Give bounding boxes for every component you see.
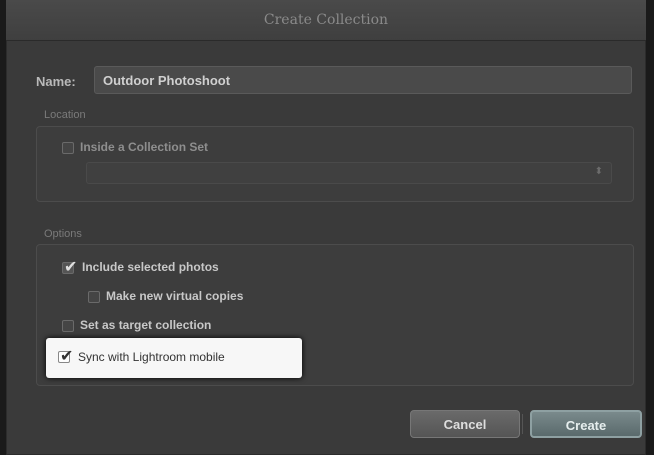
chevron-down-icon: ⬍ <box>594 166 603 177</box>
inside-collection-set-checkbox[interactable] <box>62 142 74 154</box>
create-collection-dialog: Create Collection Name: Outdoor Photosho… <box>6 0 646 455</box>
name-input[interactable]: Outdoor Photoshoot <box>94 66 632 94</box>
make-new-virtual-copies-checkbox[interactable] <box>88 291 100 303</box>
set-as-target-collection-checkbox[interactable] <box>62 320 74 332</box>
sync-highlight: ✔ Sync with Lightroom mobile <box>46 338 302 378</box>
collection-set-select[interactable]: ⬍ <box>86 162 612 184</box>
sync-with-lightroom-mobile-checkbox[interactable]: ✔ <box>58 348 73 365</box>
dialog-title: Create Collection <box>6 0 646 41</box>
checkmark-icon: ✔ <box>64 259 78 276</box>
include-selected-photos-checkbox[interactable]: ✔ <box>62 259 77 276</box>
location-group-label: Location <box>44 109 86 121</box>
include-selected-photos-label: Include selected photos <box>82 260 219 274</box>
make-new-virtual-copies-label: Make new virtual copies <box>106 289 244 303</box>
name-label: Name: <box>36 74 76 89</box>
inside-collection-set-label: Inside a Collection Set <box>80 140 209 154</box>
set-as-target-collection-label: Set as target collection <box>80 318 212 332</box>
checkmark-icon: ✔ <box>60 348 74 365</box>
create-button[interactable]: Create <box>530 410 642 438</box>
button-separator <box>522 414 523 434</box>
options-group-label: Options <box>44 228 82 240</box>
sync-with-lightroom-mobile-label: Sync with Lightroom mobile <box>78 350 225 364</box>
cancel-button[interactable]: Cancel <box>410 410 520 438</box>
